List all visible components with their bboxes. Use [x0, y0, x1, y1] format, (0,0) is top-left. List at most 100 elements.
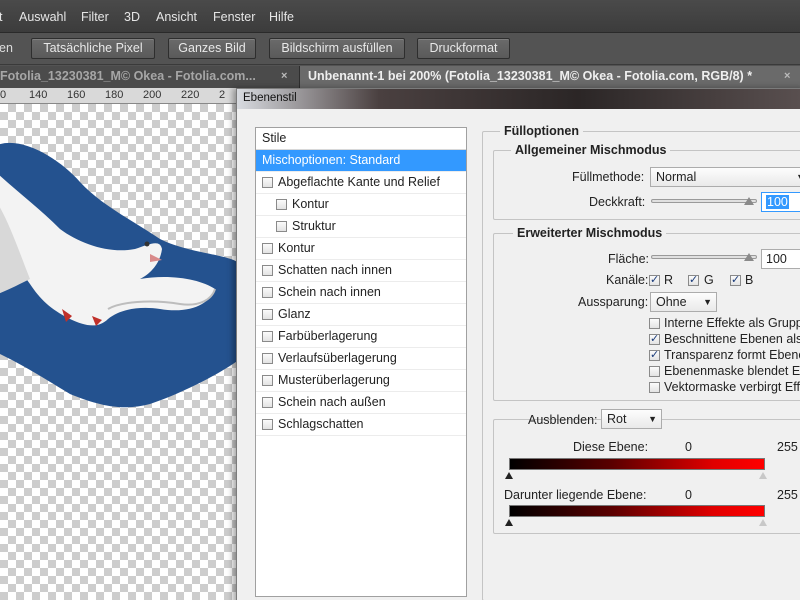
blend-mode-value: Normal	[656, 170, 697, 184]
chevron-down-icon: ▼	[796, 168, 800, 186]
underlying-layer-gradient	[509, 505, 765, 517]
channel-b-checkbox[interactable]	[730, 273, 741, 286]
style-item-bevel-emboss[interactable]: Abgeflachte Kante und Relief	[256, 172, 466, 194]
clipped-layers-checkbox[interactable]	[649, 332, 660, 345]
document-tabs: Fotolia_13230381_M© Okea - Fotolia.com..…	[0, 66, 800, 88]
checkbox[interactable]	[276, 221, 287, 232]
menu-item-filter[interactable]: Filter	[81, 10, 109, 24]
style-item-outer-glow[interactable]: Schein nach außen	[256, 392, 466, 414]
ruler-tick: 140	[29, 89, 48, 101]
internal-effects-label: Interne Effekte als Grupp	[664, 316, 800, 330]
channel-g-checkbox[interactable]	[688, 273, 699, 286]
style-item-label: Mischoptionen: Standard	[262, 153, 401, 167]
checkbox[interactable]	[262, 243, 273, 254]
opacity-value: 100	[766, 195, 789, 209]
document-tab-2[interactable]: Unbenannt-1 bei 200% (Fotolia_13230381_M…	[300, 66, 800, 88]
clipped-layers-label: Beschnittene Ebenen als	[664, 332, 800, 346]
menu-item-3d[interactable]: 3D	[124, 10, 140, 24]
fill-opacity-input[interactable]: 100	[761, 249, 800, 269]
blend-if-select[interactable]: Rot ▼	[601, 409, 662, 429]
this-layer-black-slider[interactable]	[505, 472, 513, 479]
checkbox[interactable]	[262, 177, 273, 188]
style-item-inner-glow[interactable]: Schein nach innen	[256, 282, 466, 304]
print-size-button[interactable]: Druckformat	[417, 38, 510, 59]
close-icon[interactable]: ×	[784, 66, 790, 87]
vector-mask-hides-checkbox[interactable]	[649, 382, 660, 393]
layer-mask-hides-checkbox[interactable]	[649, 366, 660, 377]
style-item-color-overlay[interactable]: Farbüberlagerung	[256, 326, 466, 348]
options-bar: en Tatsächliche Pixel Ganzes Bild Bildsc…	[0, 33, 800, 65]
style-item-label: Glanz	[278, 307, 311, 321]
menu-item-fragment[interactable]: t	[0, 10, 2, 24]
opacity-slider-thumb[interactable]	[744, 197, 754, 205]
ruler-tick: 180	[105, 89, 124, 101]
style-item-stroke[interactable]: Kontur	[256, 238, 466, 260]
style-item-contour[interactable]: Kontur	[256, 194, 466, 216]
style-item-satin[interactable]: Glanz	[256, 304, 466, 326]
fill-opacity-slider-thumb[interactable]	[744, 253, 754, 261]
internal-effects-checkbox[interactable]	[649, 318, 660, 329]
dialog-title[interactable]: Ebenenstil	[237, 89, 800, 109]
style-item-label: Schein nach innen	[278, 285, 381, 299]
ruler-tick: 0	[0, 89, 7, 101]
document-canvas[interactable]	[0, 104, 240, 600]
knockout-select[interactable]: Ohne ▼	[650, 292, 717, 312]
actual-pixels-button[interactable]: Tatsächliche Pixel	[31, 38, 155, 59]
ruler-tick: 2	[219, 89, 226, 101]
checkbox[interactable]	[262, 287, 273, 298]
layer-mask-hides-label: Ebenenmaske blendet Ef	[664, 364, 800, 378]
styles-list: Stile Mischoptionen: Standard Abgeflacht…	[255, 127, 467, 597]
ruler-tick: 220	[181, 89, 200, 101]
checkbox[interactable]	[262, 353, 273, 364]
style-item-gradient-overlay[interactable]: Verlaufsüberlagerung	[256, 348, 466, 370]
checkbox[interactable]	[262, 265, 273, 276]
menu-item-fenster[interactable]: Fenster	[213, 10, 255, 24]
checkbox[interactable]	[262, 419, 273, 430]
blend-mode-select[interactable]: Normal ▼	[650, 167, 800, 187]
checkbox[interactable]	[262, 397, 273, 408]
transparency-shapes-checkbox[interactable]	[649, 348, 660, 361]
close-icon[interactable]: ×	[281, 66, 287, 87]
styles-header[interactable]: Stile	[256, 128, 466, 150]
advanced-blending-title: Erweiterter Mischmodus	[513, 226, 667, 240]
underlying-layer-min: 0	[685, 488, 692, 502]
style-item-label: Verlaufsüberlagerung	[278, 351, 397, 365]
checkbox[interactable]	[262, 309, 273, 320]
menu-item-ansicht[interactable]: Ansicht	[156, 10, 197, 24]
checkbox[interactable]	[276, 199, 287, 210]
opacity-label: Deckkraft:	[589, 195, 646, 209]
style-item-texture[interactable]: Struktur	[256, 216, 466, 238]
this-layer-white-slider[interactable]	[759, 472, 767, 479]
style-item-pattern-overlay[interactable]: Musterüberlagerung	[256, 370, 466, 392]
style-item-label: Kontur	[278, 241, 315, 255]
blend-if-label: Ausblenden:	[528, 413, 598, 427]
checkbox[interactable]	[262, 375, 273, 386]
opacity-input[interactable]: 100	[761, 192, 800, 212]
dove-image	[0, 142, 240, 408]
checkbox[interactable]	[262, 331, 273, 342]
general-blending-title: Allgemeiner Mischmodus	[511, 143, 671, 157]
fill-screen-button[interactable]: Bildschirm ausfüllen	[269, 38, 405, 59]
knockout-label: Aussparung:	[578, 295, 649, 309]
style-item-inner-shadow[interactable]: Schatten nach innen	[256, 260, 466, 282]
knockout-value: Ohne	[656, 295, 687, 309]
channel-g-label: G	[704, 273, 714, 287]
horizontal-ruler: 0 140 160 180 200 220 2	[0, 88, 240, 104]
fit-screen-button[interactable]: Ganzes Bild	[168, 38, 256, 59]
style-item-label: Schatten nach innen	[278, 263, 392, 277]
style-item-label: Schlagschatten	[278, 417, 364, 431]
blend-mode-label: Füllmethode:	[572, 170, 645, 184]
document-tab-1[interactable]: Fotolia_13230381_M© Okea - Fotolia.com..…	[0, 66, 300, 88]
menu-item-auswahl[interactable]: Auswahl	[19, 10, 66, 24]
fill-opacity-slider[interactable]	[651, 255, 757, 259]
underlying-layer-black-slider[interactable]	[505, 519, 513, 526]
style-item-drop-shadow[interactable]: Schlagschatten	[256, 414, 466, 436]
underlying-layer-max: 255	[777, 488, 798, 502]
tab-label: Fotolia_13230381_M© Okea - Fotolia.com..…	[0, 69, 256, 83]
transparency-shapes-label: Transparenz formt Ebene	[664, 348, 800, 362]
opacity-slider[interactable]	[651, 199, 757, 203]
style-item-blending-options[interactable]: Mischoptionen: Standard	[256, 150, 466, 172]
menu-item-hilfe[interactable]: Hilfe	[269, 10, 294, 24]
underlying-layer-white-slider[interactable]	[759, 519, 767, 526]
channel-r-checkbox[interactable]	[649, 273, 660, 286]
